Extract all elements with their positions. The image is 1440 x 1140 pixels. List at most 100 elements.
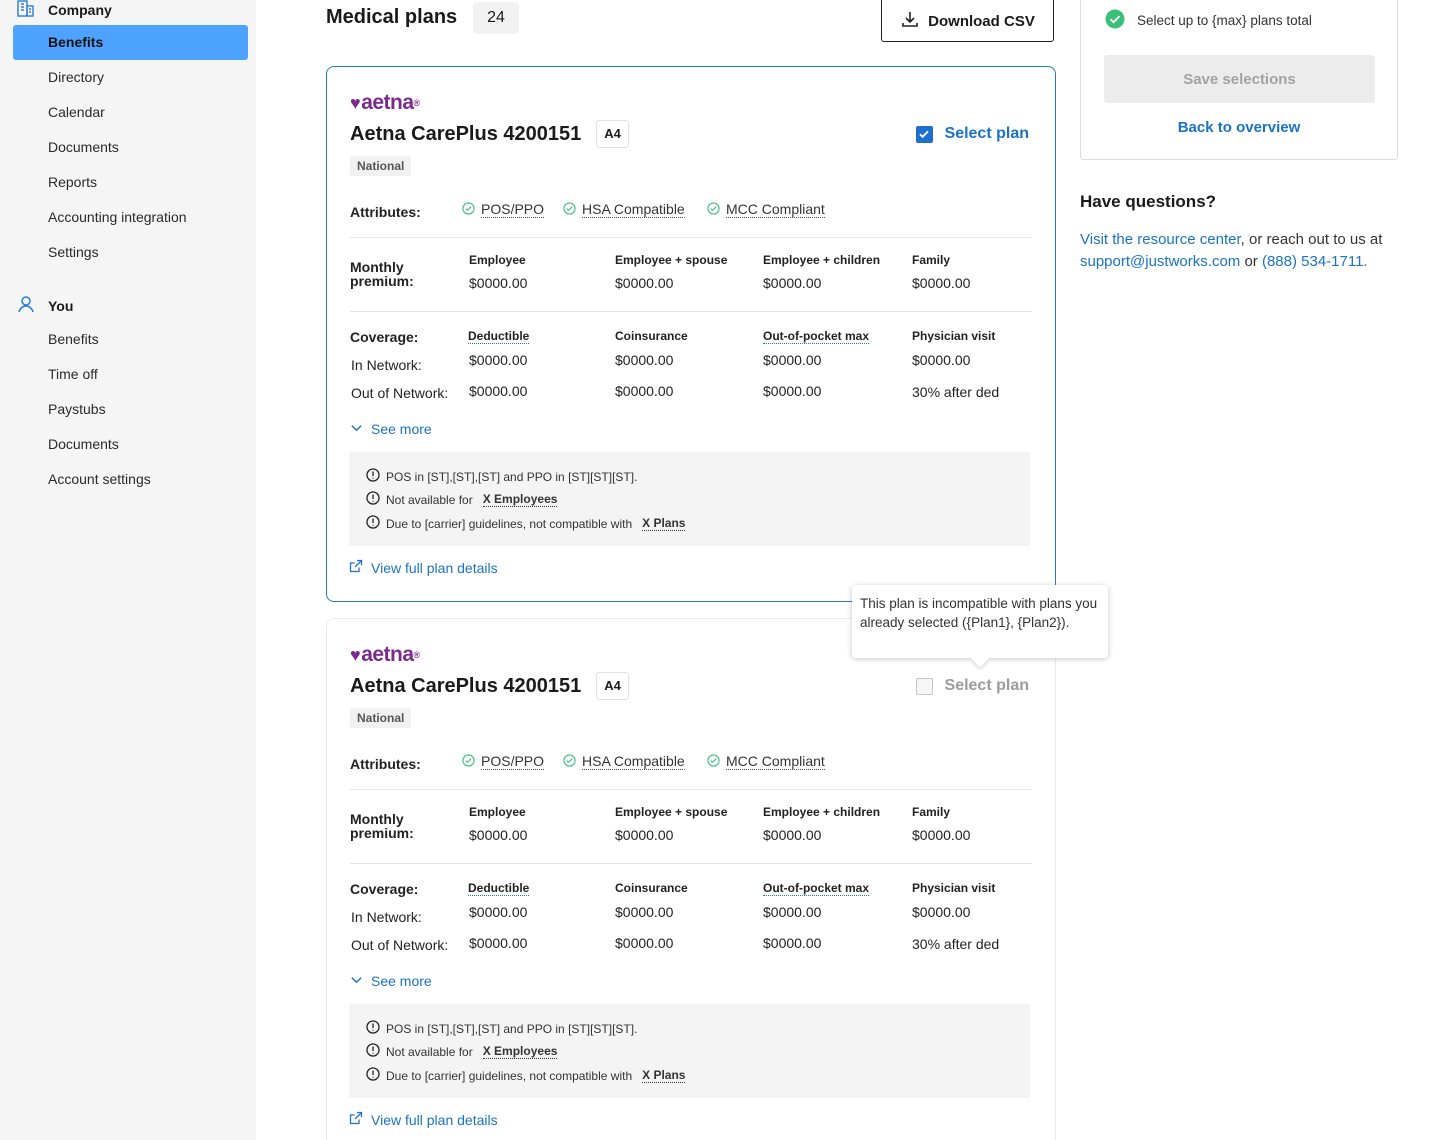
premium-value: $0000.00 xyxy=(912,827,971,843)
select-plan-checkbox[interactable] xyxy=(915,125,933,143)
select-plan-toggle[interactable]: Select plan xyxy=(915,677,1029,695)
premium-header: Employee + spouse xyxy=(615,253,728,267)
plan-notes: POS in [ST],[ST],[ST] and PPO in [ST][ST… xyxy=(349,1004,1030,1098)
premium-header: Employee + spouse xyxy=(615,805,728,819)
coverage-header-coinsurance: Coinsurance xyxy=(615,881,688,895)
attribute-hsa-compatible[interactable]: HSA Compatible xyxy=(563,753,685,770)
in-network-label: In Network: xyxy=(351,909,422,925)
select-plan-checkbox[interactable] xyxy=(915,677,933,695)
premium-header: Employee xyxy=(469,805,526,819)
sidebar-item-calendar[interactable]: Calendar xyxy=(13,95,248,130)
select-plan-toggle[interactable]: Select plan xyxy=(915,125,1029,143)
company-section-heading: Company xyxy=(16,0,112,21)
sidebar-item-directory[interactable]: Directory xyxy=(13,60,248,95)
aetna-logo: ♥ aetna ® xyxy=(350,91,420,114)
coverage-header-physician: Physician visit xyxy=(912,881,996,895)
view-full-plan-details-link[interactable]: View full plan details xyxy=(349,559,498,576)
chevron-down-icon xyxy=(350,973,363,989)
note-row: POS in [ST],[ST],[ST] and PPO in [ST][ST… xyxy=(366,468,637,485)
you-heading-label: You xyxy=(48,297,74,314)
info-icon xyxy=(366,468,380,485)
sidebar-item-you-benefits[interactable]: Benefits xyxy=(13,322,248,357)
coverage-label: Coverage: xyxy=(350,329,419,345)
in-network-value: $0000.00 xyxy=(763,352,822,368)
out-network-value: $0000.00 xyxy=(615,935,674,951)
in-network-value: $0000.00 xyxy=(469,904,528,920)
premium-value: $0000.00 xyxy=(469,275,528,291)
chevron-down-icon xyxy=(350,421,363,437)
note-row: Not available for X Employees xyxy=(366,491,558,508)
divider xyxy=(350,789,1032,790)
employees-link[interactable]: X Employees xyxy=(482,492,558,507)
coverage-header-oop-max[interactable]: Out-of-pocket max xyxy=(763,329,870,344)
sidebar-item-time-off[interactable]: Time off xyxy=(13,357,248,392)
attribute-mcc-compliant[interactable]: MCC Compliant xyxy=(707,753,825,770)
in-network-value: $0000.00 xyxy=(615,904,674,920)
see-more-label: See more xyxy=(371,421,432,437)
attribute-hsa-compatible[interactable]: HSA Compatible xyxy=(563,201,685,218)
select-plan-label: Select plan xyxy=(944,125,1029,142)
view-full-plan-details-link[interactable]: View full plan details xyxy=(349,1111,498,1128)
premium-value: $0000.00 xyxy=(615,275,674,291)
note-row: Due to [carrier] guidelines, not compati… xyxy=(366,515,686,532)
see-more-toggle[interactable]: See more xyxy=(350,973,432,989)
checkmark-icon xyxy=(919,130,929,139)
premium-header: Employee + children xyxy=(763,805,881,819)
download-csv-button[interactable]: Download CSV xyxy=(881,0,1054,42)
sidebar-item-reports[interactable]: Reports xyxy=(13,165,248,200)
sidebar-item-paystubs[interactable]: Paystubs xyxy=(13,392,248,427)
note-row: Not available for X Employees xyxy=(366,1043,558,1060)
in-network-value: $0000.00 xyxy=(912,904,971,920)
tier-badge: A4 xyxy=(596,120,629,148)
sidebar-item-settings[interactable]: Settings xyxy=(13,235,248,270)
sidebar-item-account-settings[interactable]: Account settings xyxy=(13,462,248,497)
info-icon xyxy=(366,1020,380,1037)
resource-center-link[interactable]: Visit the resource center xyxy=(1080,231,1241,248)
attributes-label: Attributes: xyxy=(350,204,421,220)
region-tag: National xyxy=(350,708,412,728)
attributes-label: Attributes: xyxy=(350,756,421,772)
out-network-value: 30% after ded xyxy=(912,384,1000,400)
coverage-header-coinsurance: Coinsurance xyxy=(615,329,688,343)
back-to-overview-link[interactable]: Back to overview xyxy=(1081,119,1397,136)
out-network-value: $0000.00 xyxy=(469,383,528,399)
support-email-link[interactable]: support@justworks.com xyxy=(1080,253,1240,270)
premium-header: Employee xyxy=(469,253,526,267)
premium-value: $0000.00 xyxy=(763,827,822,843)
attribute-pos-ppo[interactable]: POS/PPO xyxy=(462,753,545,770)
coverage-header-deductible[interactable]: Deductible xyxy=(468,329,530,344)
divider xyxy=(350,863,1032,864)
plans-link[interactable]: X Plans xyxy=(642,516,686,531)
questions-text: Visit the resource center, or reach out … xyxy=(1080,229,1400,273)
check-circle-icon xyxy=(462,201,475,218)
note-row: POS in [ST],[ST],[ST] and PPO in [ST][ST… xyxy=(366,1020,637,1037)
sidebar-item-company-documents[interactable]: Documents xyxy=(13,130,248,165)
out-network-label: Out of Network: xyxy=(351,385,449,401)
info-icon xyxy=(366,491,380,508)
coverage-header-oop-max[interactable]: Out-of-pocket max xyxy=(763,881,870,896)
out-network-value: $0000.00 xyxy=(763,383,822,399)
in-network-value: $0000.00 xyxy=(615,352,674,368)
plan-notes: POS in [ST],[ST],[ST] and PPO in [ST][ST… xyxy=(349,452,1030,546)
sidebar-item-accounting-integration[interactable]: Accounting integration xyxy=(13,200,248,235)
premium-label: Monthly premium: xyxy=(350,259,414,289)
incompatible-plan-tooltip: This plan is incompatible with plans you… xyxy=(852,585,1108,668)
plans-link[interactable]: X Plans xyxy=(642,1068,686,1083)
support-phone-link[interactable]: (888) 534-1711. xyxy=(1262,253,1368,270)
company-heading-label: Company xyxy=(48,1,112,18)
attribute-pos-ppo[interactable]: POS/PPO xyxy=(462,201,545,218)
employees-link[interactable]: X Employees xyxy=(482,1044,558,1059)
sidebar-item-company-benefits[interactable]: Benefits xyxy=(13,25,248,60)
region-tag: National xyxy=(350,156,412,176)
save-selections-button[interactable]: Save selections xyxy=(1104,55,1375,103)
premium-label: Monthly premium: xyxy=(350,811,414,841)
premium-value: $0000.00 xyxy=(615,827,674,843)
out-network-value: 30% after ded xyxy=(912,936,1000,952)
external-link-icon xyxy=(349,559,363,576)
coverage-header-deductible[interactable]: Deductible xyxy=(468,881,530,896)
questions-or-text: or xyxy=(1240,253,1262,270)
see-more-toggle[interactable]: See more xyxy=(350,421,432,437)
attribute-mcc-compliant[interactable]: MCC Compliant xyxy=(707,201,825,218)
sidebar-item-you-documents[interactable]: Documents xyxy=(13,427,248,462)
select-plan-label: Select plan xyxy=(944,677,1029,694)
